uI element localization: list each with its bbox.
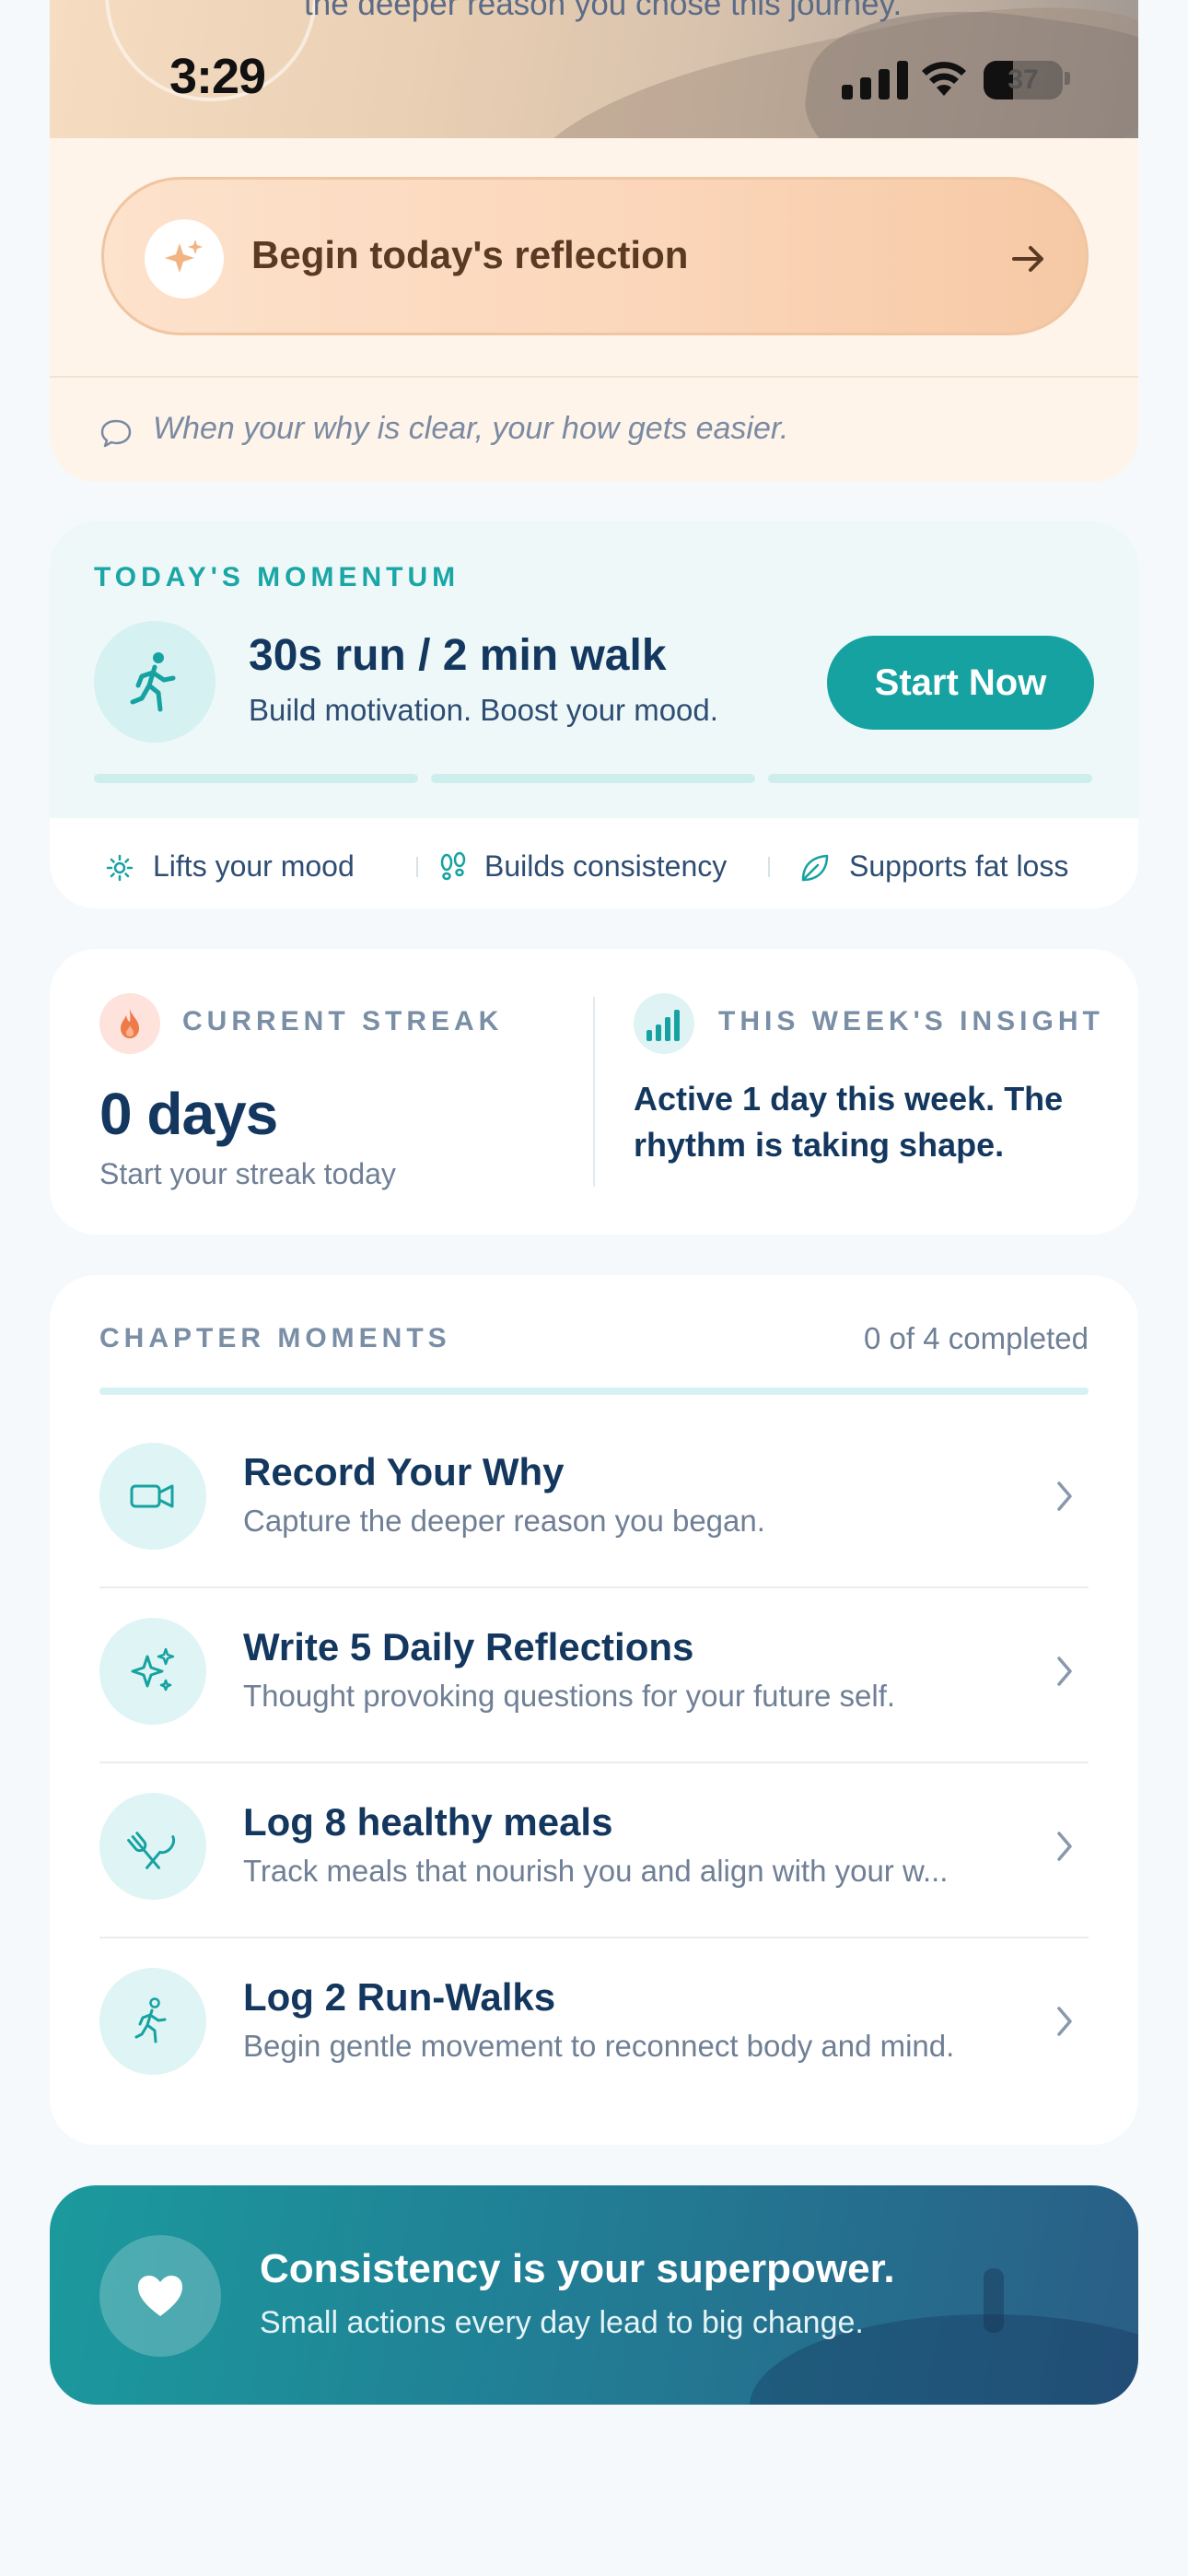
benefit-supports-fat-loss: Supports fat loss — [799, 846, 1131, 886]
utensils-icon — [99, 1793, 206, 1900]
begin-reflection-button[interactable]: Begin today's reflection — [101, 177, 1089, 335]
hero-caption: the deeper reason you chose this journey… — [304, 0, 903, 22]
sparkles-icon — [99, 1618, 206, 1725]
moment-description: Capture the deeper reason you began. — [243, 1504, 765, 1538]
workout-subtitle: Build motivation. Boost your mood. — [249, 693, 718, 727]
streak-label: CURRENT STREAK — [182, 1006, 504, 1036]
arrow-right-icon — [1012, 246, 1043, 272]
moment-record-your-why[interactable]: Record Your Why Capture the deeper reaso… — [99, 1413, 1089, 1588]
benefit-label: Supports fat loss — [849, 849, 1069, 883]
moment-write-daily-reflections[interactable]: Write 5 Daily Reflections Thought provok… — [99, 1588, 1089, 1763]
quote-text: When your why is clear, your how gets ea… — [153, 411, 789, 446]
chapter-progress-count: 0 of 4 completed — [864, 1321, 1089, 1355]
battery-level: 37 — [1007, 64, 1039, 95]
benefit-lifts-mood: Lifts your mood — [105, 846, 400, 886]
benefit-separator — [416, 857, 418, 877]
runner-icon — [99, 1968, 206, 2075]
momentum-section-title: TODAY'S MOMENTUM — [94, 562, 460, 592]
video-camera-icon — [99, 1443, 206, 1550]
moment-description: Track meals that nourish you and align w… — [243, 1854, 949, 1888]
chat-bubble-icon — [100, 419, 132, 448]
progress-segment-2 — [431, 774, 755, 783]
moment-description: Begin gentle movement to reconnect body … — [243, 2029, 955, 2063]
streak-subtitle: Start your streak today — [99, 1157, 396, 1190]
cellular-signal-icon — [842, 59, 912, 100]
leaf-icon — [801, 854, 829, 882]
chevron-right-icon — [1057, 1657, 1072, 1686]
moment-title: Log 8 healthy meals — [243, 1800, 613, 1844]
benefit-label: Lifts your mood — [153, 849, 355, 883]
heart-icon — [99, 2235, 221, 2357]
moment-log-run-walks[interactable]: Log 2 Run-Walks Begin gentle movement to… — [99, 1938, 1089, 2113]
sparkles-icon — [145, 219, 224, 299]
consistency-banner: Consistency is your superpower. Small ac… — [50, 2185, 1138, 2405]
divider — [593, 997, 595, 1187]
status-time: 3:29 — [169, 49, 266, 104]
wifi-icon — [922, 62, 966, 96]
streak-insight-card: CURRENT STREAK 0 days Start your streak … — [50, 949, 1138, 1235]
benefit-separator — [768, 857, 770, 877]
start-now-button[interactable]: Start Now — [827, 636, 1094, 730]
chapter-title: CHAPTER MOMENTS — [99, 1323, 451, 1353]
chevron-right-icon — [1057, 1832, 1072, 1861]
moment-description: Thought provoking questions for your fut… — [243, 1679, 896, 1713]
progress-segment-1 — [94, 774, 418, 783]
reflection-card: the deeper reason you chose this journey… — [50, 0, 1138, 482]
insight-label: THIS WEEK'S INSIGHT — [718, 1006, 1104, 1036]
chevron-right-icon — [1057, 1481, 1072, 1511]
streak-value: 0 days — [99, 1081, 278, 1147]
banner-subtitle: Small actions every day lead to big chan… — [260, 2305, 864, 2340]
chapter-progress-bar — [99, 1388, 1089, 1395]
moment-title: Log 2 Run-Walks — [243, 1975, 556, 2019]
benefit-builds-consistency: Builds consistency — [438, 846, 788, 886]
insight-text: Active 1 day this week. The rhythm is ta… — [634, 1080, 1064, 1164]
moment-title: Write 5 Daily Reflections — [243, 1625, 694, 1669]
reflection-label: Begin today's reflection — [251, 233, 689, 276]
momentum-card: TODAY'S MOMENTUM 30s run / 2 min walk Bu… — [50, 521, 1138, 908]
progress-segment-3 — [768, 774, 1092, 783]
chevron-right-icon — [1057, 2007, 1072, 2036]
divider — [50, 376, 1138, 378]
moment-title: Record Your Why — [243, 1450, 565, 1493]
runner-icon — [94, 621, 215, 743]
workout-title: 30s run / 2 min walk — [249, 631, 667, 680]
momentum-header: TODAY'S MOMENTUM 30s run / 2 min walk Bu… — [50, 521, 1138, 818]
hero-mountain-image: the deeper reason you chose this journey… — [50, 0, 1138, 138]
bar-chart-icon — [634, 993, 694, 1054]
chapter-moments-card: CHAPTER MOMENTS 0 of 4 completed Record … — [50, 1275, 1138, 2145]
sun-icon — [106, 854, 134, 882]
benefit-label: Builds consistency — [484, 849, 728, 883]
moment-log-healthy-meals[interactable]: Log 8 healthy meals Track meals that nou… — [99, 1763, 1089, 1938]
flame-icon — [99, 993, 160, 1054]
banner-title: Consistency is your superpower. — [260, 2246, 895, 2291]
battery-icon: 37 — [984, 61, 1063, 100]
footprints-icon — [440, 851, 466, 881]
